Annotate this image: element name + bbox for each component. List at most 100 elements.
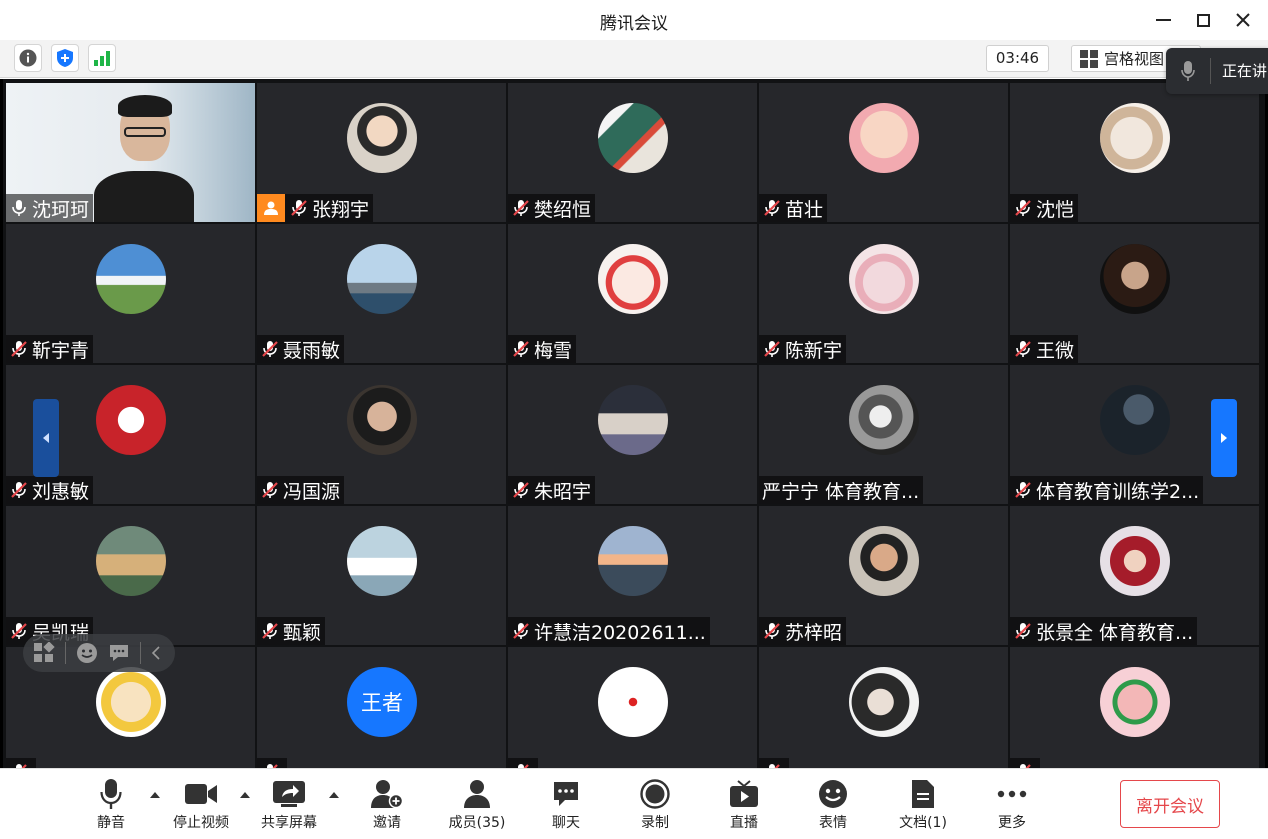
participant-tile[interactable]: 苏梓昭	[759, 506, 1008, 645]
participant-tile[interactable]	[1010, 647, 1259, 768]
participant-avatar	[96, 244, 166, 314]
share-screen-button[interactable]: 共享屏幕	[258, 777, 320, 835]
mic-muted-icon	[1015, 341, 1031, 357]
minimize-button[interactable]	[1148, 6, 1178, 34]
meeting-info-button[interactable]	[14, 44, 42, 72]
chevron-right-icon	[1221, 433, 1227, 443]
video-camera-icon	[185, 784, 217, 804]
mute-button[interactable]: 静音	[88, 777, 134, 835]
participant-grid: 沈珂珂 张翔宇 樊绍恒 苗壮 沈恺 靳宇青 聂雨敏 梅雪 陈新宇 王微 刘惠敏 冯国源 朱昭宇 严宁宁 体…	[6, 83, 1262, 768]
participant-tile[interactable]: 甄颖	[257, 506, 506, 645]
info-icon	[19, 49, 37, 67]
chat-label: 聊天	[552, 815, 580, 831]
participant-tile[interactable]: 冯国源	[257, 365, 506, 504]
participant-nameplate	[6, 758, 36, 768]
participant-nameplate: 沈恺	[1010, 194, 1079, 222]
reactions-button[interactable]: 表情	[812, 777, 854, 835]
participant-tile[interactable]: 沈恺	[1010, 83, 1259, 222]
members-label: 成员(35)	[448, 815, 506, 831]
live-stream-label: 直播	[730, 815, 758, 831]
video-options-caret[interactable]	[238, 789, 252, 801]
mute-options-caret[interactable]	[148, 789, 162, 801]
participant-avatar	[598, 526, 668, 596]
meeting-timer: 03:46	[986, 45, 1049, 72]
participant-tile[interactable]	[759, 647, 1008, 768]
close-icon	[1236, 13, 1250, 27]
chat-icon[interactable]	[108, 643, 130, 663]
participant-tile[interactable]: 陈新宇	[759, 224, 1008, 363]
participant-tile[interactable]: 张翔宇	[257, 83, 506, 222]
participant-avatar	[849, 244, 919, 314]
participant-tile[interactable]: 苗壮	[759, 83, 1008, 222]
leave-meeting-button[interactable]: 离开会议	[1120, 780, 1220, 828]
participant-nameplate: 靳宇青	[6, 335, 94, 363]
participant-tile[interactable]	[508, 647, 757, 768]
participant-tile[interactable]: 沈珂珂	[6, 83, 255, 222]
participant-tile[interactable]: 严宁宁 体育教育...	[759, 365, 1008, 504]
mic-muted-icon	[1015, 482, 1031, 498]
participant-tile[interactable]: 梅雪	[508, 224, 757, 363]
network-status-button[interactable]	[88, 44, 116, 72]
live-stream-button[interactable]: 直播	[723, 777, 765, 835]
participant-avatar	[96, 385, 166, 455]
participant-name: 聂雨敏	[283, 339, 341, 362]
participant-tile[interactable]: 聂雨敏	[257, 224, 506, 363]
share-options-caret[interactable]	[327, 789, 341, 801]
participant-tile[interactable]: 樊绍恒	[508, 83, 757, 222]
participant-name: 甄颖	[283, 621, 322, 644]
emoji-icon[interactable]	[76, 642, 98, 664]
participant-tile[interactable]: 王者	[257, 647, 506, 768]
grid-view-icon	[1080, 49, 1098, 68]
maximize-button[interactable]	[1188, 6, 1218, 34]
participant-avatar	[1100, 526, 1170, 596]
mic-muted-icon	[1015, 623, 1031, 639]
participant-tile[interactable]: 许慧洁20202611...	[508, 506, 757, 645]
members-button[interactable]: 成员(35)	[446, 777, 508, 835]
mic-muted-icon	[11, 341, 27, 357]
participant-tile[interactable]: 靳宇青	[6, 224, 255, 363]
more-dots-icon	[997, 790, 1027, 798]
close-button[interactable]	[1228, 6, 1258, 34]
security-button[interactable]	[51, 44, 79, 72]
layout-icon[interactable]	[33, 642, 55, 664]
record-button[interactable]: 录制	[634, 777, 676, 835]
participant-name: 王微	[1036, 339, 1075, 362]
stop-video-button[interactable]: 停止视频	[170, 777, 232, 835]
participant-nameplate: 张景全 体育教育...	[1010, 617, 1198, 645]
participant-avatar	[598, 667, 668, 737]
documents-button[interactable]: 文档(1)	[896, 777, 950, 835]
chat-button[interactable]: 聊天	[545, 777, 587, 835]
participant-nameplate: 聂雨敏	[257, 335, 345, 363]
divider	[140, 642, 141, 664]
title-bar: 腾讯会议	[0, 0, 1268, 40]
participant-avatar	[347, 103, 417, 173]
participant-tile[interactable]: 吴凯瑞	[6, 506, 255, 645]
next-page-button[interactable]	[1211, 399, 1237, 477]
previous-page-button[interactable]	[33, 399, 59, 477]
meeting-info-bar: 03:46 宫格视图	[0, 40, 1268, 78]
participant-video-person	[94, 93, 194, 222]
participant-name: 冯国源	[283, 480, 341, 503]
participant-nameplate	[759, 758, 789, 768]
share-screen-icon	[273, 781, 305, 807]
collapse-icon[interactable]	[151, 646, 161, 660]
participant-nameplate	[1010, 758, 1040, 768]
participant-nameplate: 陈新宇	[759, 335, 847, 363]
participant-tile[interactable]: 朱昭宇	[508, 365, 757, 504]
floating-toolbar	[23, 634, 175, 672]
more-label: 更多	[998, 815, 1026, 831]
participant-tile[interactable]: 张景全 体育教育...	[1010, 506, 1259, 645]
participant-name: 许慧洁20202611...	[534, 621, 706, 644]
more-button[interactable]: 更多	[991, 777, 1033, 835]
members-icon	[464, 780, 490, 808]
participant-nameplate: 许慧洁20202611...	[508, 617, 710, 645]
live-tv-icon	[730, 780, 758, 807]
mic-muted-icon	[764, 200, 780, 216]
participant-avatar	[598, 385, 668, 455]
participant-nameplate	[508, 758, 538, 768]
mic-muted-icon	[262, 623, 278, 639]
participant-name: 苏梓昭	[785, 621, 843, 644]
participant-tile[interactable]: 王微	[1010, 224, 1259, 363]
invite-button[interactable]: 邀请	[366, 777, 408, 835]
documents-label: 文档(1)	[899, 815, 947, 831]
